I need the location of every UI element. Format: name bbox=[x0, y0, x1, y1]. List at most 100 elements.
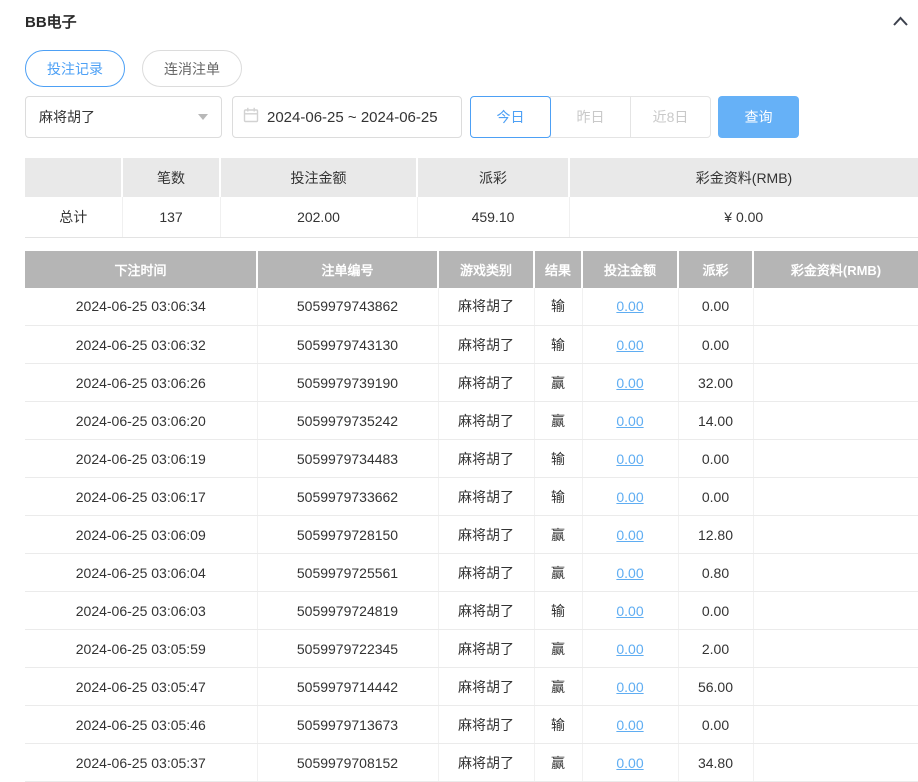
order-id-cell: 5059979722345 bbox=[257, 630, 438, 668]
tab-cancelled-orders[interactable]: 连消注单 bbox=[142, 50, 242, 87]
table-row: 2024-06-25 03:06:325059979743130麻将胡了输 0.0… bbox=[25, 326, 918, 364]
quick-range-today[interactable]: 今日 bbox=[470, 96, 551, 138]
bet-amount-link[interactable]: 0.00 bbox=[616, 413, 643, 429]
bet-amount-cell: 0.00 bbox=[582, 326, 678, 364]
bet-amount-link[interactable]: 0.00 bbox=[616, 679, 643, 695]
summary-table-header: 笔数 投注金额 派彩 彩金资料(RMB) bbox=[25, 158, 918, 197]
bonus-cell bbox=[753, 668, 918, 706]
query-button[interactable]: 查询 bbox=[718, 96, 799, 138]
table-row: 2024-06-25 03:05:475059979714442麻将胡了赢0.0… bbox=[25, 668, 918, 706]
game-select[interactable]: 麻将胡了 bbox=[25, 96, 222, 138]
summary-header-payout: 派彩 bbox=[417, 158, 569, 197]
bet-amount-link[interactable]: 0.00 bbox=[616, 717, 643, 733]
order-id-cell: 5059979733662 bbox=[257, 478, 438, 516]
table-row: 2024-06-25 03:06:205059979735242麻将胡了赢0.0… bbox=[25, 402, 918, 440]
payout-cell: 0.00 bbox=[678, 592, 753, 630]
bet-amount-link[interactable]: 0.00 bbox=[616, 755, 643, 771]
bet-amount-cell: 0.00 bbox=[582, 364, 678, 402]
records-table: 下注时间 注单编号 游戏类别 结果 投注金额 派彩 彩金资料(RMB) 2024… bbox=[25, 251, 918, 782]
date-range-input[interactable]: 2024-06-25 ~ 2024-06-25 bbox=[232, 96, 462, 138]
table-row: 2024-06-25 03:05:595059979722345麻将胡了赢0.0… bbox=[25, 630, 918, 668]
result-cell: 赢 bbox=[534, 744, 582, 782]
payout-cell: 0.00 bbox=[678, 326, 753, 364]
order-id-cell: 5059979728150 bbox=[257, 516, 438, 554]
bet-time-cell: 2024-06-25 03:05:46 bbox=[25, 706, 257, 744]
bet-amount-link[interactable]: 0.00 bbox=[616, 375, 643, 391]
bonus-cell bbox=[753, 440, 918, 478]
bet-amount-link[interactable]: 0.00 bbox=[616, 603, 643, 619]
record-type-tabs: 投注记录 连消注单 bbox=[25, 50, 918, 87]
summary-header-bonus: 彩金资料(RMB) bbox=[569, 158, 918, 197]
bonus-cell bbox=[753, 592, 918, 630]
payout-cell: 12.80 bbox=[678, 516, 753, 554]
quick-range-group: 今日 昨日 近8日 bbox=[470, 96, 711, 138]
bonus-cell bbox=[753, 364, 918, 402]
summary-header-bet-amount: 投注金额 bbox=[220, 158, 417, 197]
order-id-cell: 5059979724819 bbox=[257, 592, 438, 630]
result-cell: 赢 bbox=[534, 554, 582, 592]
payout-cell: 14.00 bbox=[678, 402, 753, 440]
order-id-cell: 5059979734483 bbox=[257, 440, 438, 478]
summary-table: 笔数 投注金额 派彩 彩金资料(RMB) 总计 137 202.00 459.1… bbox=[25, 158, 918, 238]
bet-amount-link[interactable]: 0.00 bbox=[616, 527, 643, 543]
bonus-cell bbox=[753, 402, 918, 440]
payout-cell: 0.80 bbox=[678, 554, 753, 592]
records-header-result: 结果 bbox=[534, 251, 582, 288]
payout-cell: 0.00 bbox=[678, 440, 753, 478]
bet-time-cell: 2024-06-25 03:05:47 bbox=[25, 668, 257, 706]
order-id-cell: 5059979713673 bbox=[257, 706, 438, 744]
bet-amount-link[interactable]: 0.00 bbox=[616, 451, 643, 467]
tab-bet-records[interactable]: 投注记录 bbox=[25, 50, 125, 87]
game-type-cell: 麻将胡了 bbox=[438, 592, 534, 630]
game-select-value: 麻将胡了 bbox=[39, 107, 95, 127]
result-cell: 赢 bbox=[534, 516, 582, 554]
bet-amount-cell: 0.00 bbox=[582, 744, 678, 782]
bet-time-cell: 2024-06-25 03:06:32 bbox=[25, 326, 257, 364]
bet-amount-link[interactable]: 0.00 bbox=[616, 337, 643, 353]
total-label: 总计 bbox=[25, 197, 122, 237]
game-type-cell: 麻将胡了 bbox=[438, 744, 534, 782]
total-bet-amount: 202.00 bbox=[220, 197, 417, 237]
bonus-cell bbox=[753, 288, 918, 326]
payout-cell: 0.00 bbox=[678, 288, 753, 326]
bet-amount-cell: 0.00 bbox=[582, 706, 678, 744]
chevron-up-icon bbox=[892, 15, 909, 30]
bet-amount-cell: 0.00 bbox=[582, 288, 678, 326]
result-cell: 输 bbox=[534, 478, 582, 516]
table-row: 2024-06-25 03:06:095059979728150麻将胡了赢0.0… bbox=[25, 516, 918, 554]
game-type-cell: 麻将胡了 bbox=[438, 326, 534, 364]
bet-amount-link[interactable]: 0.00 bbox=[616, 565, 643, 581]
page-title: BB电子 bbox=[25, 11, 77, 32]
result-cell: 输 bbox=[534, 326, 582, 364]
date-range-value: 2024-06-25 ~ 2024-06-25 bbox=[267, 109, 438, 126]
result-cell: 赢 bbox=[534, 630, 582, 668]
bet-time-cell: 2024-06-25 03:06:20 bbox=[25, 402, 257, 440]
bonus-cell bbox=[753, 744, 918, 782]
collapse-button[interactable] bbox=[892, 15, 909, 27]
total-count: 137 bbox=[122, 197, 220, 237]
result-cell: 赢 bbox=[534, 402, 582, 440]
bet-amount-link[interactable]: 0.00 bbox=[616, 298, 643, 314]
quick-range-yesterday[interactable]: 昨日 bbox=[550, 96, 631, 138]
bet-amount-cell: 0.00 bbox=[582, 516, 678, 554]
game-type-cell: 麻将胡了 bbox=[438, 516, 534, 554]
game-type-cell: 麻将胡了 bbox=[438, 440, 534, 478]
bet-time-cell: 2024-06-25 03:06:19 bbox=[25, 440, 257, 478]
bet-amount-cell: 0.00 bbox=[582, 478, 678, 516]
game-type-cell: 麻将胡了 bbox=[438, 364, 534, 402]
records-table-body: 2024-06-25 03:06:345059979743862麻将胡了输0.0… bbox=[25, 288, 918, 782]
bet-amount-link[interactable]: 0.00 bbox=[616, 489, 643, 505]
quick-range-last8days[interactable]: 近8日 bbox=[630, 96, 711, 138]
records-header-order-id: 注单编号 bbox=[257, 251, 438, 288]
order-id-cell: 5059979743130 bbox=[257, 326, 438, 364]
bet-amount-link[interactable]: 0.00 bbox=[616, 641, 643, 657]
total-payout: 459.10 bbox=[417, 197, 569, 237]
order-id-cell: 5059979714442 bbox=[257, 668, 438, 706]
bonus-cell bbox=[753, 478, 918, 516]
game-type-cell: 麻将胡了 bbox=[438, 288, 534, 326]
game-type-cell: 麻将胡了 bbox=[438, 630, 534, 668]
payout-cell: 0.00 bbox=[678, 706, 753, 744]
result-cell: 输 bbox=[534, 592, 582, 630]
bet-time-cell: 2024-06-25 03:06:26 bbox=[25, 364, 257, 402]
bet-time-cell: 2024-06-25 03:06:03 bbox=[25, 592, 257, 630]
